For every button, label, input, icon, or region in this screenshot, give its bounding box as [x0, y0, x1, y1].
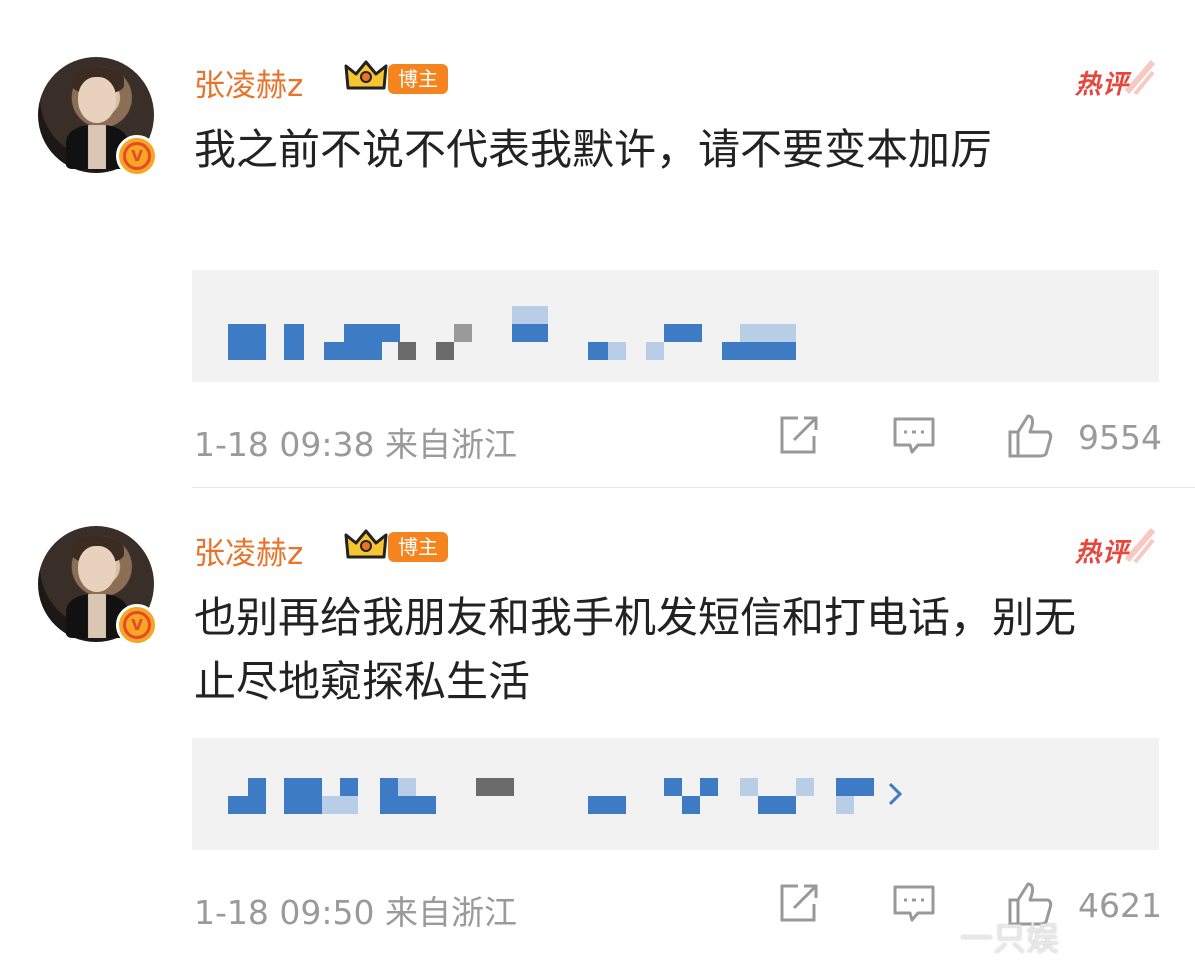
- comment-icon[interactable]: [892, 882, 936, 926]
- watermark: 一只娱: [960, 919, 1059, 958]
- quoted-reply-box[interactable]: [192, 270, 1159, 382]
- like-count: 4621: [1078, 886, 1162, 925]
- pixelated-mosaic: [228, 306, 796, 360]
- verified-badge-icon: V: [116, 135, 158, 177]
- quoted-reply-box[interactable]: [192, 738, 1159, 850]
- verified-badge-icon: V: [116, 604, 158, 646]
- username[interactable]: 张凌赫z: [194, 60, 303, 105]
- comment-meta: 1-18 09:50 来自浙江: [194, 886, 517, 934]
- timestamp: 1-18 09:50: [194, 893, 375, 932]
- divider: [192, 487, 1195, 488]
- share-icon[interactable]: [776, 882, 820, 926]
- hot-comment-icon: 热评: [1075, 58, 1155, 100]
- timestamp: 1-18 09:38: [194, 425, 375, 464]
- hot-comment-icon: 热评: [1075, 526, 1155, 568]
- crown-icon: [344, 60, 388, 90]
- pixelated-mosaic: [228, 778, 903, 814]
- location: 来自浙江: [385, 893, 517, 932]
- like-icon[interactable]: [1006, 412, 1056, 460]
- avatar[interactable]: V: [38, 57, 158, 177]
- username[interactable]: 张凌赫z: [194, 528, 303, 573]
- like-count: 9554: [1078, 418, 1162, 457]
- weibo-comment-list: V 张凌赫z 博主 热评 我之前不说不代表我默许，请不要变本加厉 1-18 09…: [0, 0, 1195, 960]
- crown-icon: [344, 529, 388, 559]
- comment-text: 也别再给我朋友和我手机发短信和打电话，别无止尽地窥探私生活: [194, 593, 1077, 706]
- location: 来自浙江: [385, 425, 517, 464]
- avatar[interactable]: V: [38, 526, 158, 646]
- comment-icon[interactable]: [892, 414, 936, 458]
- blogger-badge: 博主: [388, 64, 448, 94]
- comment-text: 我之前不说不代表我默许，请不要变本加厉: [194, 125, 993, 174]
- comment-meta: 1-18 09:38 来自浙江: [194, 418, 517, 466]
- share-icon[interactable]: [776, 414, 820, 458]
- blogger-badge: 博主: [388, 532, 448, 562]
